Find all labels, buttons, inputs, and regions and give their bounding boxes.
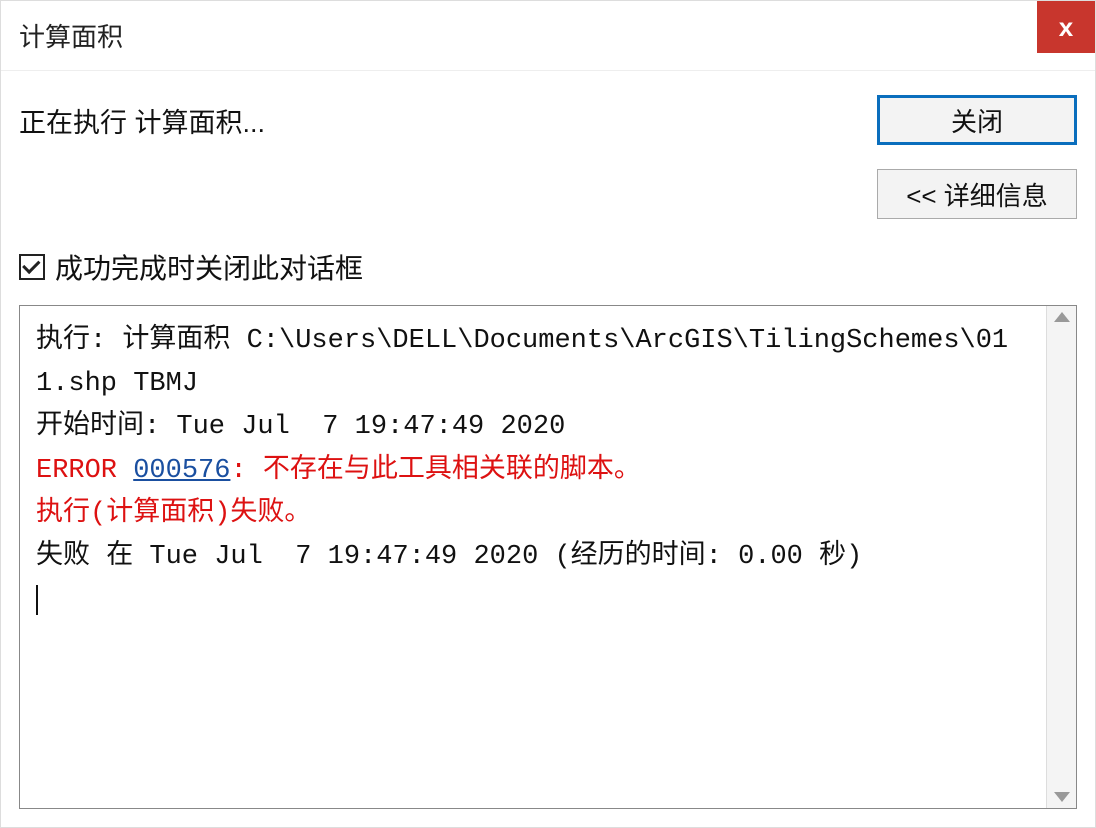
dialog-window: 计算面积 x 正在执行 计算面积... 关闭 << 详细信息 成功完成时关闭此对… — [0, 0, 1096, 828]
close-icon: x — [1059, 12, 1073, 43]
buttons-column: 关闭 << 详细信息 — [877, 95, 1077, 219]
text-cursor — [36, 585, 38, 615]
status-text: 正在执行 计算面积... — [19, 95, 265, 140]
log-text-area[interactable]: 执行: 计算面积 C:\Users\DELL\Documents\ArcGIS\… — [20, 306, 1046, 808]
dialog-content: 正在执行 计算面积... 关闭 << 详细信息 成功完成时关闭此对话框 执行: … — [1, 71, 1095, 827]
details-toggle-button[interactable]: << 详细信息 — [877, 169, 1077, 219]
log-fail-line: 执行(计算面积)失败。 — [36, 499, 311, 529]
log-output-box: 执行: 计算面积 C:\Users\DELL\Documents\ArcGIS\… — [19, 305, 1077, 809]
close-on-success-checkbox-row: 成功完成时关闭此对话框 — [19, 247, 1077, 287]
window-title: 计算面积 — [19, 17, 123, 54]
close-on-success-checkbox[interactable] — [19, 254, 45, 280]
log-error-prefix: ERROR — [36, 456, 133, 486]
top-row: 正在执行 计算面积... 关闭 << 详细信息 — [19, 95, 1077, 219]
log-line-start: 开始时间: Tue Jul 7 19:47:49 2020 — [36, 412, 565, 442]
scroll-up-icon[interactable] — [1054, 312, 1070, 322]
scroll-down-icon[interactable] — [1054, 792, 1070, 802]
checkmark-icon — [22, 256, 40, 274]
log-line-exec: 执行: 计算面积 C:\Users\DELL\Documents\ArcGIS\… — [36, 326, 1008, 399]
close-button[interactable]: 关闭 — [877, 95, 1077, 145]
error-code-link[interactable]: 000576 — [133, 456, 230, 486]
window-close-button[interactable]: x — [1037, 1, 1095, 53]
checkbox-label: 成功完成时关闭此对话框 — [55, 247, 363, 287]
log-line-elapsed: 失败 在 Tue Jul 7 19:47:49 2020 (经历的时间: 0.0… — [36, 542, 862, 572]
titlebar: 计算面积 x — [1, 1, 1095, 71]
log-scrollbar[interactable] — [1046, 306, 1076, 808]
log-error-suffix: : 不存在与此工具相关联的脚本。 — [230, 456, 640, 486]
